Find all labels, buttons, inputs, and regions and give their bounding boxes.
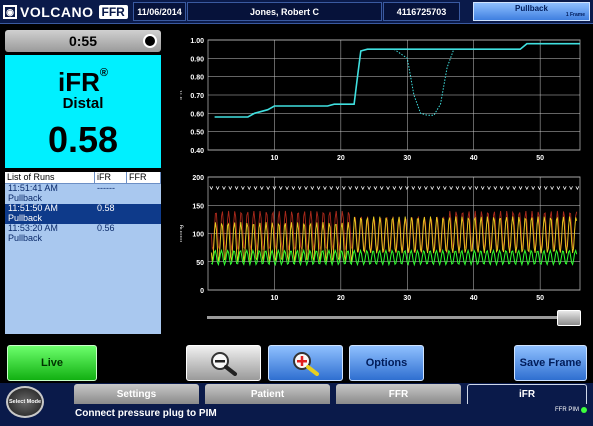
x-tick-label: 50 [536, 155, 544, 162]
timer-display: 0:55 [5, 30, 161, 52]
run-item[interactable]: 11:53:20 AM Pullback 0.56 [5, 223, 161, 244]
y-tick-label: 200 [192, 175, 204, 182]
y-tick-label: 50 [196, 260, 204, 267]
pim-indicator: FFR PIM [555, 407, 587, 413]
x-tick-label: 10 [271, 295, 279, 302]
y-tick-label: 0 [200, 288, 204, 295]
mode-label: Pullback [515, 4, 548, 13]
select-mode-button[interactable]: Select Mode [6, 386, 44, 418]
patient-name: Jones, Robert C [187, 2, 382, 21]
slider-thumb[interactable] [557, 310, 581, 326]
ifr-title-text: iFR [58, 67, 100, 97]
run-type: Pullback [8, 192, 43, 203]
ifr-chart-svg: 1.00 0.90 0.80 0.70 0.60 0.50 0.40 10 20 30 40 50 iF… [178, 38, 581, 162]
zoom-in-icon [292, 352, 319, 376]
x-tick-label: 20 [337, 155, 345, 162]
pim-status-icon [581, 407, 587, 413]
y-tick-label: 0.40 [190, 148, 204, 155]
x-tick-label: 30 [403, 295, 411, 302]
x-tick-label: 10 [271, 155, 279, 162]
pressure-waveform-chart[interactable]: 200 150 100 50 0 10 20 30 40 50 mmHg [178, 170, 585, 310]
tab-settings[interactable]: Settings [74, 384, 199, 404]
y-tick-label: 0.90 [190, 56, 204, 63]
y-tick-label: 0.80 [190, 75, 204, 82]
x-tick-label: 20 [337, 295, 345, 302]
y-tick-label: 0.50 [190, 130, 204, 137]
header-date: 11/06/2014 [133, 2, 186, 21]
run-ifr-value: 0.56 [97, 223, 115, 233]
x-tick-label: 50 [536, 295, 544, 302]
y-tick-label: 150 [192, 203, 204, 210]
x-tick-label: 30 [403, 155, 411, 162]
run-ifr-value: ------ [97, 183, 115, 193]
slider-track [207, 316, 559, 319]
run-type: Pullback [8, 212, 43, 223]
ifr-value: 0.58 [47, 119, 119, 160]
zoom-out-button[interactable] [186, 345, 261, 381]
pressure-chart-svg: 200 150 100 50 0 10 20 30 40 50 mmHg [178, 175, 581, 302]
ifr-location: Distal [62, 95, 104, 112]
x-tick-label: 40 [470, 155, 478, 162]
patient-id: 4116725703 [383, 2, 460, 21]
frames-label: 1 Frame [565, 12, 585, 18]
col-list-of-runs: List of Runs [5, 172, 95, 183]
logo-ffr: FFR [98, 5, 128, 19]
run-type: Pullback [8, 232, 43, 243]
volcano-logo: ◉ VOLCANO FFR [3, 3, 128, 21]
options-button[interactable]: Options [349, 345, 424, 381]
zoom-in-button[interactable] [268, 345, 343, 381]
run-ifr-value: 0.58 [97, 203, 115, 213]
col-ifr: iFR [95, 172, 127, 183]
zoom-out-icon [210, 352, 237, 376]
logo-text: VOLCANO [20, 4, 94, 20]
pim-label: FFR PIM [555, 407, 579, 413]
y-tick-label: 0.60 [190, 111, 204, 118]
tab-ffr[interactable]: FFR [336, 384, 461, 404]
record-indicator-icon [143, 34, 157, 48]
live-button[interactable]: Live [7, 345, 97, 381]
status-message: Connect pressure plug to PIM [75, 408, 217, 419]
run-item[interactable]: 11:51:41 AM Pullback ------ [5, 183, 161, 204]
logo-mark-icon: ◉ [3, 5, 17, 19]
tab-patient[interactable]: Patient [205, 384, 330, 404]
mode-selector-button[interactable]: Pullback 1 Frame [473, 2, 590, 21]
y-tick-label: 0.70 [190, 93, 204, 100]
ifr-result-panel: iFR® Distal 0.58 [5, 55, 161, 168]
run-item-selected[interactable]: 11:51:50 AM Pullback 0.58 [5, 203, 161, 224]
y-axis-label: iFR [180, 90, 184, 100]
y-tick-label: 1.00 [190, 38, 204, 45]
ifr-pullback-chart[interactable]: 1.00 0.90 0.80 0.70 0.60 0.50 0.40 10 20 30 40 50 iF… [178, 30, 585, 165]
registered-mark: ® [99, 67, 108, 79]
x-tick-label: 40 [470, 295, 478, 302]
y-axis-label: mmHg [180, 225, 184, 243]
timeline-slider[interactable] [207, 310, 581, 326]
timer-value: 0:55 [68, 33, 98, 49]
save-frame-button[interactable]: Save Frame [514, 345, 587, 381]
col-ffr: FFR [127, 172, 161, 183]
tab-ifr[interactable]: iFR [467, 384, 587, 404]
y-tick-label: 100 [192, 232, 204, 239]
runs-list: List of Runs iFR FFR 11:51:41 AM Pullbac… [5, 172, 161, 334]
ifr-title: iFR® [5, 67, 161, 98]
